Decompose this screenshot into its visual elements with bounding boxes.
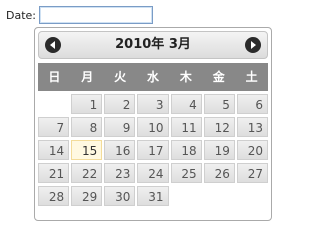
day-cell[interactable]: 23 (104, 163, 136, 183)
day-cell[interactable]: 7 (38, 117, 70, 137)
day-cell[interactable]: 5 (203, 94, 235, 114)
day-cell[interactable]: 19 (203, 140, 235, 160)
day-cell[interactable]: 13 (236, 117, 268, 137)
day-cell[interactable]: 28 (38, 186, 70, 206)
day-cell[interactable]: 4 (170, 94, 202, 114)
weekday-label: 木 (179, 70, 192, 84)
month-title: 2010年 3月 (115, 37, 191, 52)
day-cell[interactable]: 20 (236, 140, 268, 160)
day-cell[interactable]: 1 (71, 94, 103, 114)
day-cell[interactable]: 29 (71, 186, 103, 206)
day-cell-today[interactable]: 15 (71, 140, 103, 160)
day-cell[interactable]: 11 (170, 117, 202, 137)
day-cell[interactable]: 21 (38, 163, 70, 183)
day-cell[interactable]: 31 (137, 186, 169, 206)
weekday-label: 日 (48, 70, 61, 84)
day-cell[interactable]: 8 (71, 117, 103, 137)
arrow-right-icon (251, 41, 256, 49)
day-cell[interactable]: 24 (137, 163, 169, 183)
day-cell[interactable]: 9 (104, 117, 136, 137)
day-cell[interactable]: 3 (137, 94, 169, 114)
day-cell[interactable]: 17 (137, 140, 169, 160)
day-cell[interactable]: 25 (170, 163, 202, 183)
datepicker: 2010年 3月 日月火水木金土 1 2 3 4 5 6 7 8 9 10 11 12 13 14 15 16… (34, 27, 272, 221)
day-cell[interactable]: 27 (236, 163, 268, 183)
weekday-header: 日月火水木金土 (38, 63, 268, 91)
day-cell[interactable]: 2 (104, 94, 136, 114)
weekday-label: 月 (81, 70, 94, 84)
day-cell[interactable]: 22 (71, 163, 103, 183)
day-cell[interactable]: 26 (203, 163, 235, 183)
next-month-button[interactable] (245, 37, 261, 53)
day-grid: 1 2 3 4 5 6 7 8 9 10 11 12 13 14 15 16 17 18 19 20 21 22 23 24 2… (38, 94, 268, 206)
day-cell[interactable]: 14 (38, 140, 70, 160)
weekday-label: 金 (212, 70, 225, 84)
date-input[interactable] (39, 6, 153, 24)
day-cell[interactable]: 10 (137, 117, 169, 137)
date-row: Date: (6, 4, 153, 26)
day-cell[interactable]: 18 (170, 140, 202, 160)
day-cell[interactable]: 12 (203, 117, 235, 137)
day-cell[interactable]: 30 (104, 186, 136, 206)
weekday-label: 水 (146, 70, 159, 84)
datepicker-header: 2010年 3月 (38, 31, 268, 59)
day-cell[interactable]: 16 (104, 140, 136, 160)
weekday-label: 土 (245, 70, 258, 84)
empty-cell (38, 94, 69, 114)
day-cell[interactable]: 6 (236, 94, 268, 114)
date-label: Date: (6, 8, 36, 22)
weekday-label: 火 (114, 70, 127, 84)
